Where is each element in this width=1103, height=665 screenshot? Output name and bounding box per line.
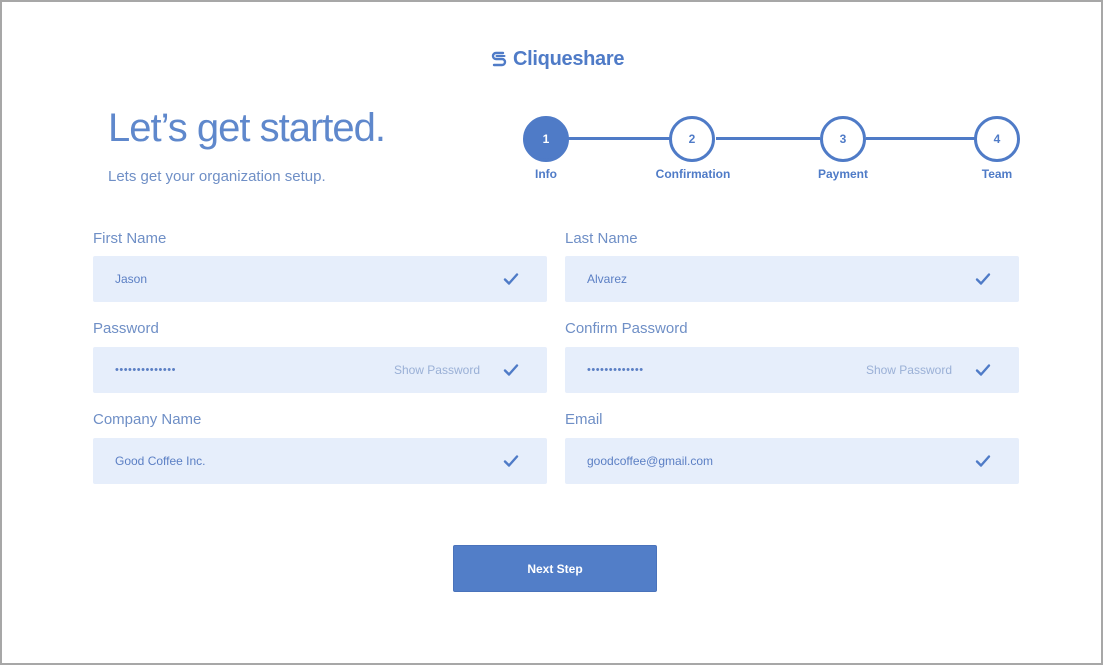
step-3-circle[interactable]: 3 bbox=[820, 116, 866, 162]
signup-window: Cliqueshare Let’s get started. Lets get … bbox=[0, 0, 1103, 665]
password-label: Password bbox=[93, 320, 159, 337]
confirm-password-field[interactable]: ••••••••••••• Show Password bbox=[565, 347, 1019, 393]
password-field[interactable]: •••••••••••••• Show Password bbox=[93, 347, 547, 393]
step-number: 3 bbox=[839, 132, 847, 146]
company-name-field[interactable]: Good Coffee Inc. bbox=[93, 438, 547, 484]
company-name-value: Good Coffee Inc. bbox=[115, 454, 206, 468]
checkmark-icon bbox=[503, 364, 519, 376]
checkmark-icon bbox=[975, 273, 991, 285]
step-4-circle[interactable]: 4 bbox=[974, 116, 1020, 162]
step-2-circle[interactable]: 2 bbox=[669, 116, 715, 162]
step-3-label: Payment bbox=[817, 167, 869, 181]
show-password-toggle[interactable]: Show Password bbox=[394, 363, 480, 377]
email-field[interactable]: goodcoffee@gmail.com bbox=[565, 438, 1019, 484]
step-number: 2 bbox=[688, 132, 696, 146]
step-number: 1 bbox=[542, 132, 550, 146]
last-name-label: Last Name bbox=[565, 230, 638, 247]
email-value: goodcoffee@gmail.com bbox=[587, 454, 714, 468]
first-name-label: First Name bbox=[93, 230, 167, 247]
checkmark-icon bbox=[975, 364, 991, 376]
step-1-label: Info bbox=[535, 167, 557, 181]
checkmark-icon bbox=[503, 273, 519, 285]
first-name-value: Jason bbox=[115, 272, 148, 286]
company-name-label: Company Name bbox=[93, 411, 202, 428]
step-2-label: Confirmation bbox=[655, 167, 731, 181]
password-value: •••••••••••••• bbox=[115, 364, 176, 376]
cliqueshare-logo-icon bbox=[491, 51, 507, 67]
show-password-toggle[interactable]: Show Password bbox=[866, 363, 952, 377]
step-connector bbox=[716, 137, 820, 140]
step-connector bbox=[866, 137, 976, 140]
confirm-password-label: Confirm Password bbox=[565, 320, 688, 337]
checkmark-icon bbox=[975, 455, 991, 467]
last-name-field[interactable]: Alvarez bbox=[565, 256, 1019, 302]
step-number: 4 bbox=[993, 132, 1001, 146]
page-title: Let’s get started. bbox=[108, 106, 386, 150]
email-label: Email bbox=[565, 411, 603, 428]
step-connector bbox=[568, 137, 670, 140]
brand-name: Cliqueshare bbox=[513, 47, 625, 70]
confirm-password-value: ••••••••••••• bbox=[587, 364, 644, 376]
brand-logo[interactable]: Cliqueshare bbox=[489, 46, 624, 72]
page-subtitle: Lets get your organization setup. bbox=[108, 168, 326, 185]
step-1-circle[interactable]: 1 bbox=[523, 116, 569, 162]
next-step-button[interactable]: Next Step bbox=[453, 545, 657, 592]
last-name-value: Alvarez bbox=[587, 272, 628, 286]
checkmark-icon bbox=[503, 455, 519, 467]
first-name-field[interactable]: Jason bbox=[93, 256, 547, 302]
step-4-label: Team bbox=[981, 167, 1013, 181]
